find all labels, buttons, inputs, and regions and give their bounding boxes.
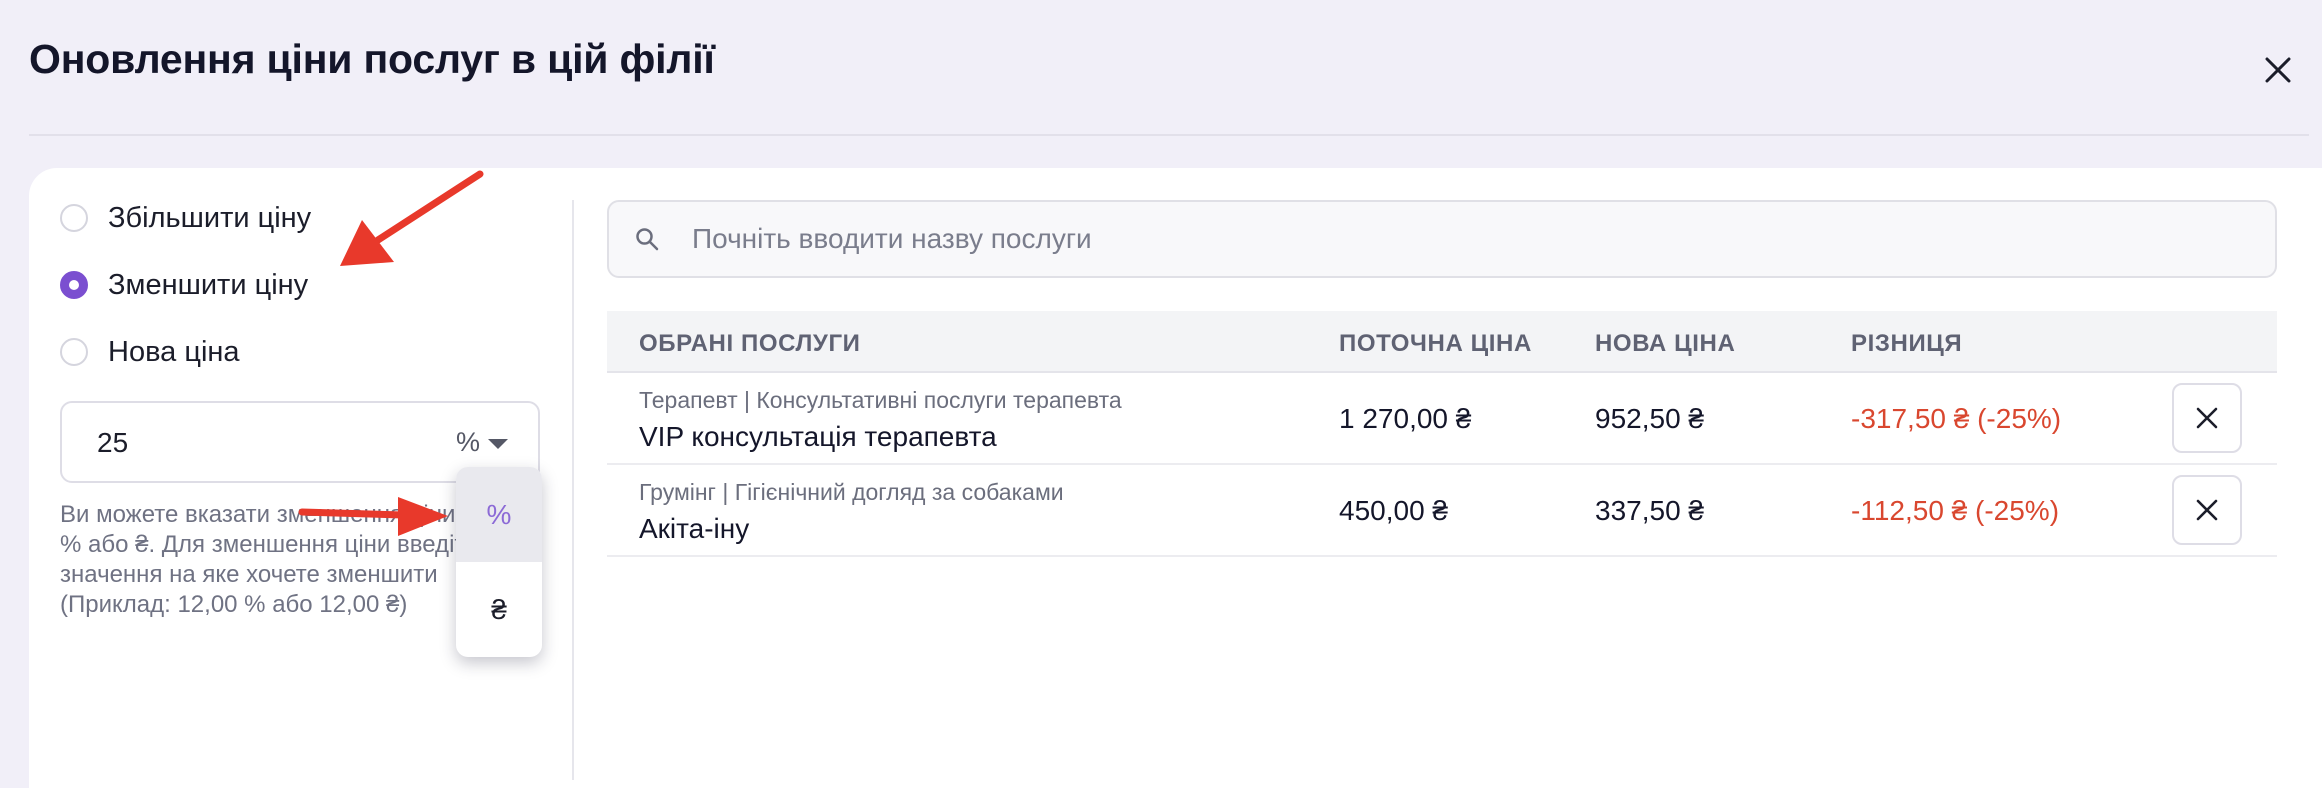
service-name: Акіта-іну (639, 513, 750, 544)
current-price: 450,00 ₴ (1339, 495, 1448, 526)
service-category: Грумінг | Гігієнічний догляд за собаками (639, 479, 1064, 505)
remove-service-button[interactable] (2172, 475, 2242, 545)
radio-button[interactable] (60, 204, 88, 232)
price-difference: -317,50 ₴ (-25%) (1851, 403, 2062, 434)
service-category: Терапевт | Консультативні послуги терапе… (639, 387, 1122, 413)
unit-select[interactable]: % (456, 427, 509, 458)
radio-new-price[interactable]: Нова ціна (60, 332, 240, 372)
dialog-title: Оновлення ціни послуг в цій філії (29, 36, 715, 82)
radio-button-selected[interactable] (60, 271, 88, 299)
table-row: Грумінг | Гігієнічний догляд за собаками… (607, 465, 2277, 557)
radio-label-decrease: Зменшити ціну (108, 268, 309, 301)
unit-option-hryvnia[interactable]: ₴ (456, 562, 542, 657)
new-price: 952,50 ₴ (1595, 403, 1704, 434)
panel-divider (572, 200, 574, 780)
table-header: ОБРАНІ ПОСЛУГИ ПОТОЧНА ЦІНА НОВА ЦІНА РІ… (607, 311, 2277, 373)
column-header-difference: РІЗНИЦЯ (1851, 330, 1963, 357)
close-icon (2196, 407, 2218, 429)
price-difference: -112,50 ₴ (-25%) (1851, 495, 2060, 526)
radio-increase-price[interactable]: Збільшити ціну (60, 198, 311, 238)
radio-label-new-price: Нова ціна (108, 335, 240, 368)
close-icon (2265, 57, 2291, 83)
radio-label-increase: Збільшити ціну (108, 201, 312, 234)
close-dialog-button[interactable] (2258, 50, 2298, 90)
unit-dropdown-menu: % ₴ (456, 467, 542, 657)
search-input[interactable] (690, 222, 2194, 256)
unit-select-value: % (456, 427, 481, 457)
column-header-current-price: ПОТОЧНА ЦІНА (1339, 330, 1532, 357)
service-search-box[interactable] (607, 200, 2277, 278)
table-row: Терапевт | Консультативні послуги терапе… (607, 373, 2277, 465)
current-price: 1 270,00 ₴ (1339, 403, 1472, 434)
close-icon (2196, 499, 2218, 521)
new-price: 337,50 ₴ (1595, 495, 1704, 526)
column-header-services: ОБРАНІ ПОСЛУГИ (639, 330, 861, 357)
amount-help-text: Ви можете вказати зменшення ціни в % або… (60, 501, 478, 618)
header-divider (29, 134, 2309, 136)
search-icon (634, 226, 660, 252)
chevron-down-icon (488, 438, 509, 449)
radio-button[interactable] (60, 338, 88, 366)
amount-value[interactable]: 25 (97, 427, 128, 459)
radio-decrease-price[interactable]: Зменшити ціну (60, 265, 308, 305)
remove-service-button[interactable] (2172, 383, 2242, 453)
column-header-new-price: НОВА ЦІНА (1595, 330, 1736, 357)
service-name: VIP консультація терапевта (639, 421, 997, 452)
unit-option-percent[interactable]: % (456, 467, 542, 562)
